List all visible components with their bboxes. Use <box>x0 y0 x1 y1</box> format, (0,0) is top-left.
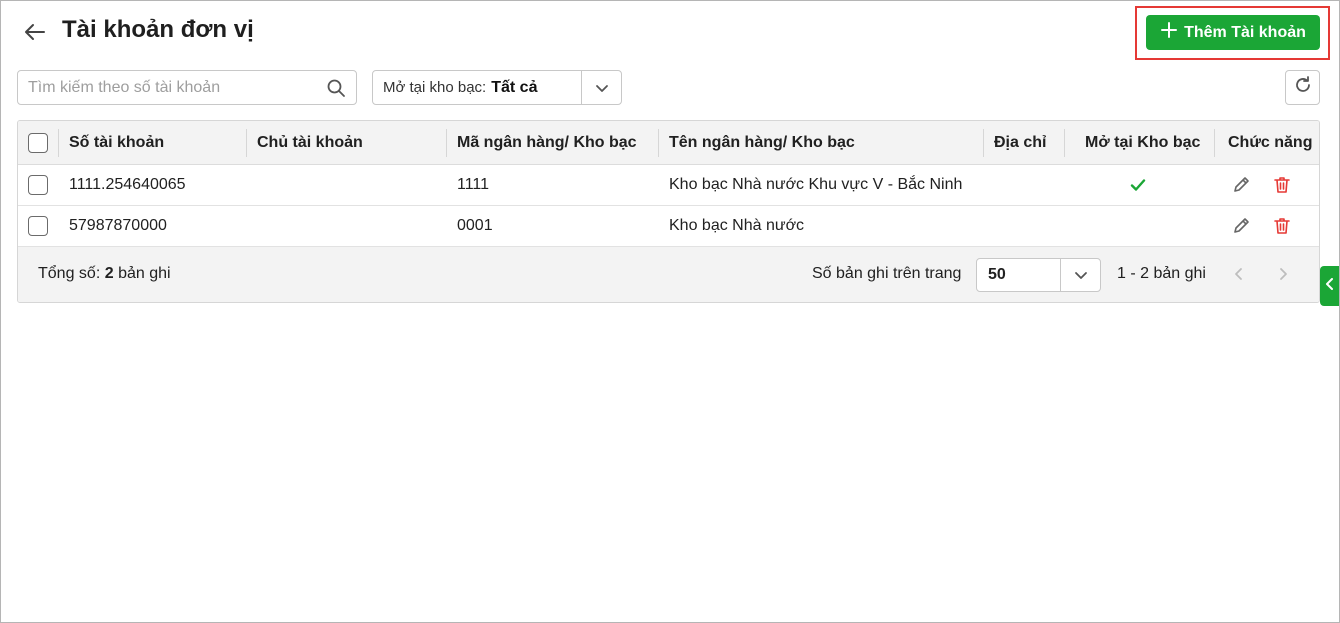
total-unit: bản ghi <box>118 265 171 282</box>
search-icon[interactable] <box>326 78 346 98</box>
cell-bank-name: Kho bạc Nhà nước <box>669 217 805 234</box>
cell-account-no: 57987870000 <box>69 217 167 234</box>
refresh-button[interactable] <box>1285 70 1320 105</box>
cell-bank-code: 0001 <box>457 217 493 234</box>
col-actions: Chức năng <box>1228 134 1313 151</box>
chevron-down-icon[interactable] <box>1060 259 1100 291</box>
page-size-value: 50 <box>988 266 1006 283</box>
accounts-table: Số tài khoản Chủ tài khoản Mã ngân hàng/… <box>17 120 1320 303</box>
delete-trash-icon[interactable] <box>1272 165 1292 205</box>
row-checkbox[interactable] <box>28 216 48 236</box>
table-row[interactable]: 57987870000 0001 Kho bạc Nhà nước <box>18 206 1319 247</box>
col-bank-name[interactable]: Tên ngân hàng/ Kho bạc <box>669 121 855 165</box>
search-input[interactable] <box>28 71 318 104</box>
table-row[interactable]: 1111.254640065 1111 Kho bạc Nhà nước Khu… <box>18 165 1319 206</box>
plus-icon <box>1160 21 1178 44</box>
chevron-left-icon <box>1325 277 1335 295</box>
cell-bank-name: Kho bạc Nhà nước Khu vực V - Bắc Ninh <box>669 176 963 193</box>
page-size-label: Số bản ghi trên trang <box>812 265 962 282</box>
cell-bank-code: 1111 <box>457 176 490 193</box>
back-arrow-icon[interactable] <box>22 19 48 45</box>
select-all-checkbox[interactable] <box>28 133 48 153</box>
table-footer: Tổng số: 2 bản ghi Số bản ghi trên trang… <box>18 247 1319 302</box>
search-box <box>17 70 357 105</box>
col-bank-code[interactable]: Mã ngân hàng/ Kho bạc <box>457 121 637 165</box>
column-divider <box>1214 129 1215 157</box>
checkmark-icon <box>1130 165 1146 205</box>
page-range: 1 - 2 bản ghi <box>1117 265 1206 282</box>
treasury-filter-select[interactable]: Mở tại kho bạc: Tất cả <box>372 70 622 105</box>
refresh-icon <box>1293 75 1313 100</box>
col-address[interactable]: Địa chỉ <box>994 121 1046 165</box>
delete-trash-icon[interactable] <box>1272 206 1292 246</box>
total-records: Tổng số: 2 bản ghi <box>38 247 171 301</box>
row-checkbox[interactable] <box>28 175 48 195</box>
total-label: Tổng số: <box>38 265 101 282</box>
column-divider <box>983 129 984 157</box>
chevron-down-icon[interactable] <box>581 71 621 104</box>
side-panel-toggle[interactable] <box>1320 266 1339 306</box>
edit-pencil-icon[interactable] <box>1231 206 1251 246</box>
cell-account-no: 1111.254640065 <box>69 176 186 193</box>
filter-label: Mở tại kho bạc: <box>383 79 487 96</box>
page-size-select[interactable]: 50 <box>976 258 1101 292</box>
table-header: Số tài khoản Chủ tài khoản Mã ngân hàng/… <box>18 121 1319 165</box>
column-divider <box>58 129 59 157</box>
edit-pencil-icon[interactable] <box>1231 165 1251 205</box>
column-divider <box>446 129 447 157</box>
column-divider <box>246 129 247 157</box>
column-divider <box>1064 129 1065 157</box>
next-page-icon[interactable] <box>1270 261 1296 287</box>
filter-selected-value: Tất cả <box>491 78 538 96</box>
prev-page-icon[interactable] <box>1226 261 1252 287</box>
total-count: 2 <box>104 265 114 282</box>
page-title: Tài khoản đơn vị <box>62 16 254 43</box>
col-account-no[interactable]: Số tài khoản <box>69 121 164 165</box>
add-account-label: Thêm Tài khoản <box>1184 23 1306 41</box>
column-divider <box>658 129 659 157</box>
col-at-treasury[interactable]: Mở tại Kho bạc <box>1085 121 1200 165</box>
col-owner[interactable]: Chủ tài khoản <box>257 121 363 165</box>
add-account-button[interactable]: Thêm Tài khoản <box>1146 15 1320 50</box>
